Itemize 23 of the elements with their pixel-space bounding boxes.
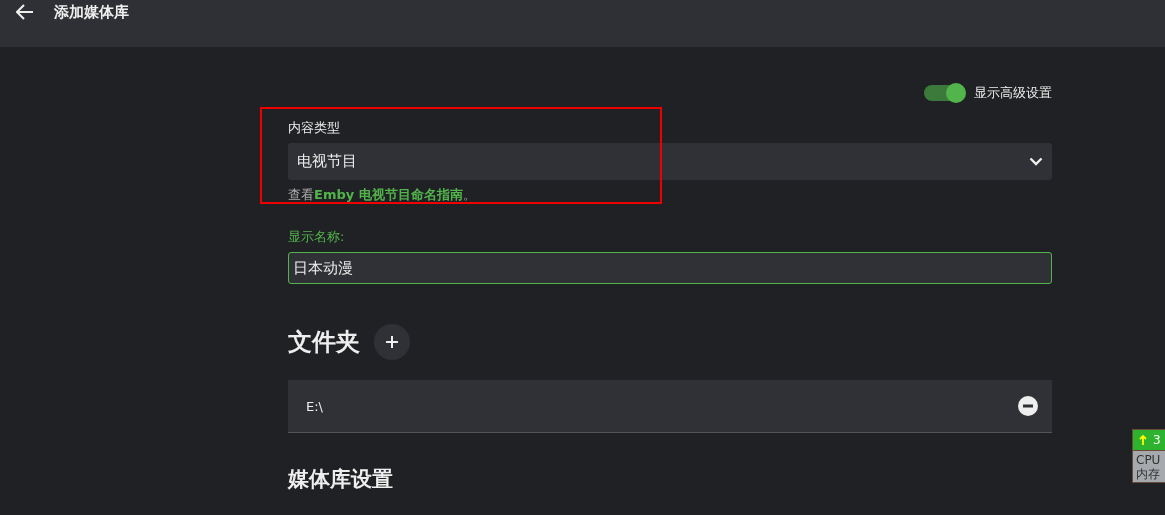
folder-row[interactable]: E:\ xyxy=(288,380,1052,433)
cpu-label: CPU xyxy=(1136,453,1162,467)
section-heading: 文件夹 xyxy=(288,327,360,358)
memory-label: 内存 xyxy=(1136,467,1161,481)
up-arrow-icon xyxy=(1139,435,1147,445)
folder-path: E:\ xyxy=(306,398,323,414)
page-title: 添加媒体库 xyxy=(54,2,129,23)
display-name-field[interactable]: 日本动漫 xyxy=(288,252,1052,284)
chevron-down-icon xyxy=(1029,157,1043,166)
remove-icon[interactable] xyxy=(1018,396,1038,416)
toggle-label: 显示高级设置 xyxy=(974,84,1052,102)
upload-speed: 3 xyxy=(1153,433,1161,447)
add-folder-button[interactable] xyxy=(374,324,410,360)
toggle-switch[interactable] xyxy=(924,85,964,101)
hint-text: 。 xyxy=(462,187,476,202)
field-label: 内容类型 xyxy=(288,119,341,137)
plus-icon xyxy=(385,335,399,349)
field-label: 显示名称: xyxy=(288,228,346,246)
section-heading: 媒体库设置 xyxy=(288,466,394,493)
back-icon[interactable] xyxy=(16,4,34,20)
hint-text: 查看 xyxy=(288,187,314,202)
naming-guide-link[interactable]: Emby 电视节目命名指南 xyxy=(314,187,463,202)
content-type-select[interactable]: 电视节目 xyxy=(288,143,1052,180)
